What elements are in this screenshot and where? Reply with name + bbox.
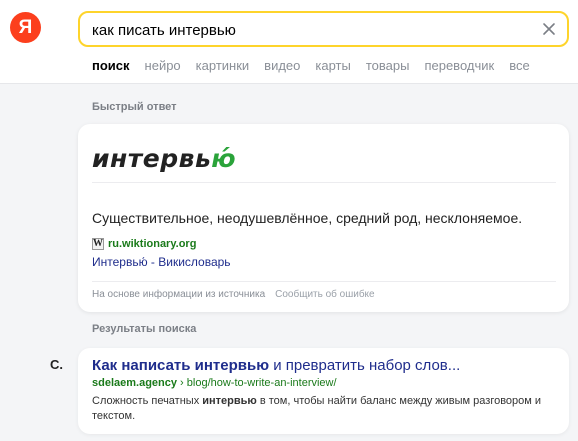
quick-answer-label: Быстрый ответ <box>92 101 177 113</box>
results-label: Результаты поиска <box>92 323 197 335</box>
source-info-text: На основе информации из источника <box>92 289 266 300</box>
result-url[interactable]: sdelaem.agency › blog/how-to-write-an-in… <box>92 377 337 389</box>
definition-text: Существительное, неодушевлённое, средний… <box>92 210 523 226</box>
answer-word: интервью́ <box>92 144 237 173</box>
search-result: Как написать интервью и превратить набор… <box>78 348 569 434</box>
tab-all[interactable]: все <box>509 58 530 76</box>
card-footer: На основе информации из источника Сообщит… <box>92 289 375 300</box>
report-error-link[interactable]: Сообщить об ошибке <box>275 289 374 300</box>
tab-video[interactable]: видео <box>264 58 300 76</box>
search-box[interactable] <box>78 11 569 47</box>
clear-icon[interactable] <box>539 19 559 39</box>
result-snippet: Сложность печатных интервью в том, чтобы… <box>92 395 542 422</box>
tab-neuro[interactable]: нейро <box>145 58 181 76</box>
tab-search[interactable]: поиск <box>92 58 130 76</box>
source-row[interactable]: W ru.wiktionary.org <box>92 237 196 251</box>
search-tabs: поиск нейро картинки видео карты товары … <box>92 58 545 76</box>
source-title-link[interactable]: Интервью́ - Викисловарь <box>92 255 231 269</box>
yandex-logo[interactable]: Я <box>10 12 41 43</box>
search-input[interactable] <box>92 20 512 40</box>
tab-maps[interactable]: карты <box>315 58 350 76</box>
divider <box>92 281 556 282</box>
wikipedia-icon: W <box>92 238 104 250</box>
tab-translator[interactable]: переводчик <box>424 58 494 76</box>
header: Я поиск нейро картинки видео карты товар… <box>0 0 578 84</box>
tab-images[interactable]: картинки <box>196 58 250 76</box>
result-title-link[interactable]: Как написать интервью и превратить набор… <box>92 357 460 374</box>
source-domain-link[interactable]: ru.wiktionary.org <box>108 238 196 250</box>
quick-answer-card: интервью́ Существительное, неодушевлённо… <box>78 124 569 312</box>
result-favicon[interactable]: C. <box>50 357 63 372</box>
tab-products[interactable]: товары <box>366 58 410 76</box>
divider <box>92 182 556 183</box>
